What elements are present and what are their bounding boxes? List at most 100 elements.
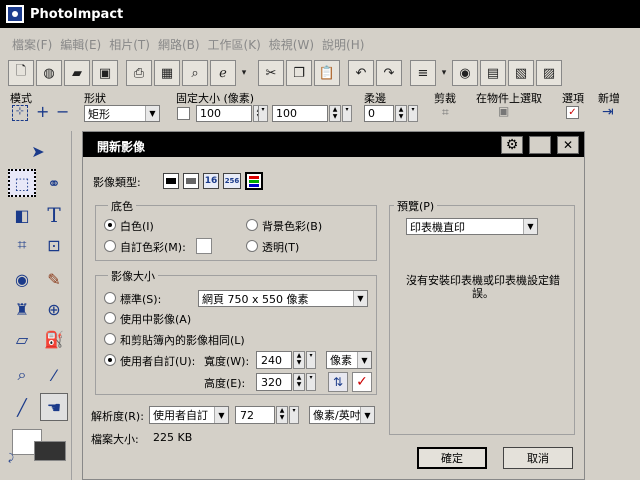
menu-photo[interactable]: 相片(T) [105,36,154,54]
bg-transparent-radio[interactable] [246,240,258,252]
background-color-swatch[interactable] [34,441,66,461]
new-selection-icon[interactable]: ⇥ [602,104,614,120]
soft-edge-spinner[interactable]: ▲ ▼ [395,105,407,122]
fixed-size-label: 固定大小 (像素) [176,92,255,105]
screen-capture-icon[interactable]: ▧ [508,60,534,86]
crop-icon[interactable]: ⌗ [442,105,449,120]
preview-select[interactable]: 印表機直印 ▼ [406,218,538,235]
eye-tool-icon[interactable]: ◉ [8,265,36,293]
print-preview-icon[interactable]: ⌕ [182,60,208,86]
dialog-minimize-button[interactable] [529,136,551,154]
scanner-icon[interactable]: ≡ [410,60,436,86]
image-type-16-button[interactable]: 16 [203,173,219,189]
size-clipboard-radio[interactable] [104,333,116,345]
scanner-dropdown-icon[interactable]: ▾ [438,60,450,86]
selection-mode-icon[interactable]: ⊹ [12,105,28,121]
lasso-tool-icon[interactable]: ⚭ [40,169,68,197]
line-tool-icon[interactable]: ╱ [8,393,36,421]
eraser-tool-icon[interactable]: ▱ [8,325,36,353]
fixed-height-unit-dropdown[interactable]: ▾ [342,105,352,122]
menu-edit[interactable]: 編輯(E) [56,36,105,54]
camera-icon[interactable]: ◉ [452,60,478,86]
image-type-gray-button[interactable] [183,173,199,189]
menu-web[interactable]: 網路(B) [154,36,204,54]
image-type-bw-button[interactable] [163,173,179,189]
new-file-icon[interactable]: 🗋 [8,60,34,86]
add-selection-icon[interactable]: + [36,102,49,121]
undo-icon[interactable]: ↶ [348,60,374,86]
fixed-width-unit-dropdown[interactable]: ▾ [258,105,268,122]
hand-tool-icon[interactable]: ☚ [40,393,68,421]
clone-tool-icon[interactable]: ⊕ [40,295,68,323]
bg-background-radio[interactable] [246,219,258,231]
cut-icon[interactable]: ✂ [258,60,284,86]
width-stepper-dropdown[interactable]: ▾ [306,351,316,369]
size-standard-radio[interactable] [104,292,116,304]
cancel-button[interactable]: 取消 [503,447,573,469]
fixed-height-input[interactable]: 100 [272,105,328,122]
image-export-icon[interactable]: ▨ [536,60,562,86]
open-folder-icon[interactable]: ▰ [64,60,90,86]
fixed-height-spinner[interactable]: ▲ ▼ [329,105,341,122]
shape-tool-icon[interactable]: ◧ [8,201,36,229]
image-type-256-button[interactable]: 256 [223,173,241,189]
save-icon[interactable]: ▣ [92,60,118,86]
resolution-spinner[interactable]: ▲ ▼ [276,406,288,424]
size-custom-radio[interactable] [104,354,116,366]
pick-tool-icon[interactable]: ➤ [24,137,52,165]
capture-icon[interactable]: ▤ [480,60,506,86]
swap-dimensions-icon[interactable]: ⇅ [328,372,348,392]
swap-colors-icon[interactable]: ⤸ [8,453,14,464]
copy-icon[interactable]: ❐ [286,60,312,86]
size-active-image-radio[interactable] [104,312,116,324]
resolution-unit-select[interactable]: 像素/英吋 ▼ [309,406,375,424]
subtract-selection-icon[interactable]: − [56,102,69,121]
bg-custom-radio[interactable] [104,240,116,252]
crop-tool-icon[interactable]: ⌗ [8,231,36,259]
image-type-truecolor-button[interactable] [245,172,263,190]
shape-select[interactable]: 矩形 ▼ [84,105,160,122]
image-size-group: 影像大小 標準(S): 網頁 750 x 550 像素 ▼ 使用中影像(A) 和… [95,268,377,395]
width-spinner[interactable]: ▲ ▼ [293,351,305,369]
bg-custom-color-swatch[interactable] [196,238,212,254]
zoom-tool-icon[interactable]: ⌕ [8,361,36,389]
selection-tool-icon[interactable]: ⬚ [8,169,36,197]
browser-dropdown-icon[interactable]: ▾ [238,60,250,86]
unit-select[interactable]: 像素 ▼ [326,351,372,369]
fill-bucket-icon[interactable]: ⛽ [40,325,68,353]
fixed-size-checkbox[interactable] [177,107,190,120]
size-standard-select[interactable]: 網頁 750 x 550 像素 ▼ [198,290,368,307]
menu-help[interactable]: 說明(H) [318,36,368,54]
width-input[interactable]: 240 [256,351,292,369]
height-stepper-dropdown[interactable]: ▾ [306,373,316,391]
resolution-stepper-dropdown[interactable]: ▾ [289,406,299,424]
resolution-input[interactable]: 72 [235,406,275,424]
dialog-close-button[interactable]: ✕ [557,136,579,154]
soft-edge-input[interactable]: 0 [364,105,394,122]
web-globe-icon[interactable]: ◍ [36,60,62,86]
print-icon[interactable]: ⎙ [126,60,152,86]
menu-file[interactable]: 檔案(F) [8,36,56,54]
paint-brush-icon[interactable]: ✎ [40,265,68,293]
browser-icon[interactable]: ℯ [210,60,236,86]
soft-edge-dropdown[interactable]: ▾ [408,105,418,122]
stamp-tool-icon[interactable]: ♜ [8,295,36,323]
bg-white-radio[interactable] [104,219,116,231]
redo-icon[interactable]: ↷ [376,60,402,86]
text-tool-icon[interactable]: T [40,201,68,229]
object-select-icon[interactable]: ▣ [498,104,509,118]
ok-button[interactable]: 確定 [417,447,487,469]
height-spinner[interactable]: ▲ ▼ [293,373,305,391]
height-input[interactable]: 320 [256,373,292,391]
print-layout-icon[interactable]: ▦ [154,60,180,86]
paste-icon[interactable]: 📋 [314,60,340,86]
menu-workspace[interactable]: 工作區(K) [204,36,265,54]
options-check-icon[interactable]: ✓ [566,106,579,119]
settings-gear-icon[interactable]: ⚙ [501,136,523,154]
fixed-width-input[interactable]: 100 [196,105,252,122]
eyedropper-tool-icon[interactable]: ⁄ [40,361,68,389]
resolution-mode-select[interactable]: 使用者自訂 ▼ [149,406,229,424]
transform-tool-icon[interactable]: ⊡ [40,231,68,259]
keep-ratio-check-icon[interactable]: ✓ [352,372,372,392]
menu-view[interactable]: 檢視(W) [265,36,318,54]
